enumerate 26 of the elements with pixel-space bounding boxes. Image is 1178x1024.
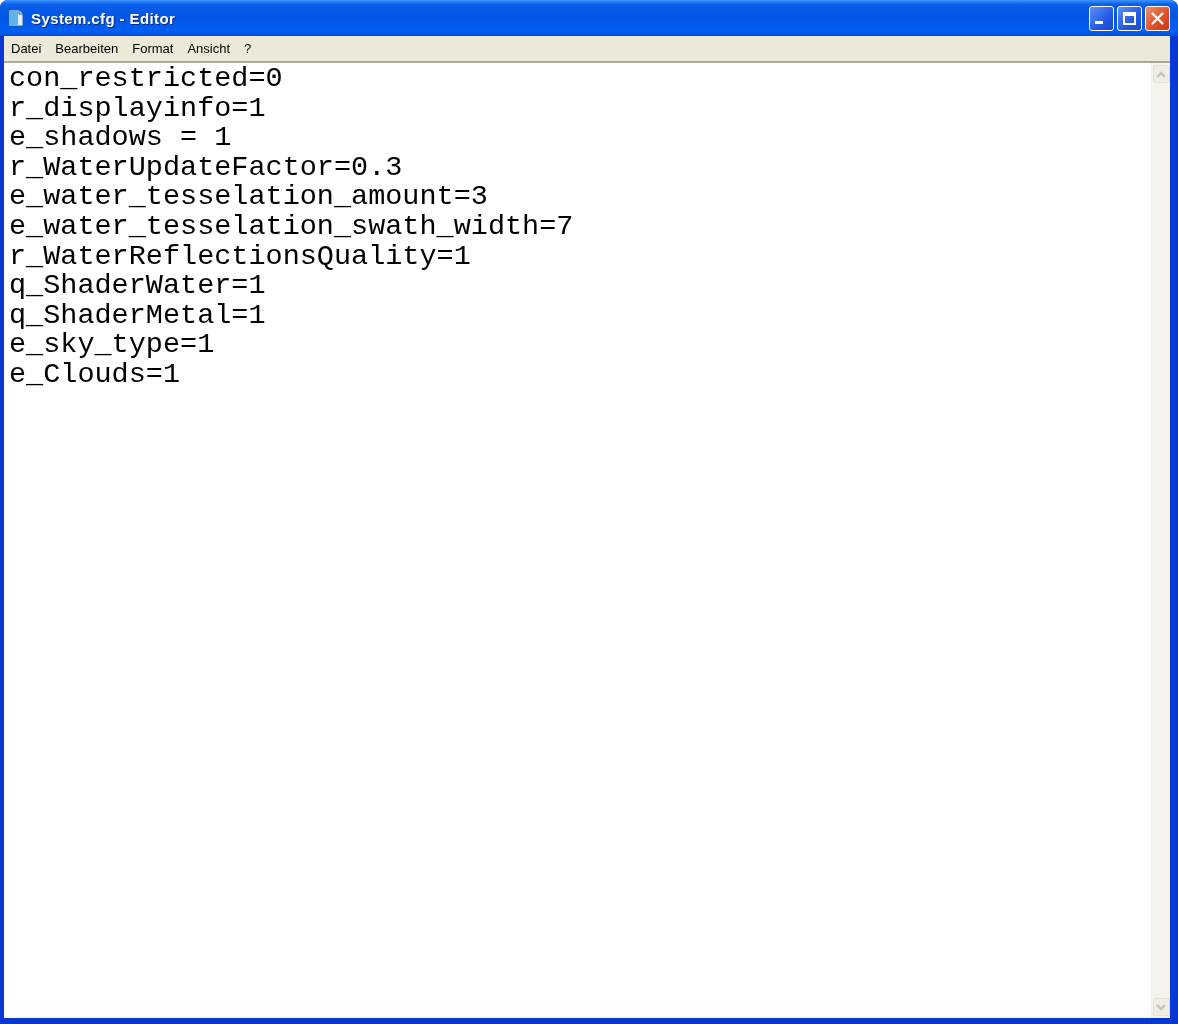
- text-line: r_WaterUpdateFactor=0.3: [9, 152, 403, 183]
- text-line: e_sky_type=1: [9, 330, 215, 360]
- text-line: e_water_tesselation_amount=3: [9, 182, 488, 212]
- menu-item[interactable]: Format: [125, 38, 181, 59]
- menu-item[interactable]: ?: [237, 38, 259, 59]
- chevron-up-icon: [1156, 70, 1166, 78]
- text-line: e_water_tesselation_swath_width=7: [9, 211, 574, 242]
- text-line: e_shadows = 1: [9, 123, 232, 153]
- minimize-button[interactable]: [1089, 5, 1114, 31]
- text-line: q_ShaderMetal=1: [9, 300, 266, 331]
- close-icon: [1151, 11, 1164, 25]
- menu-item[interactable]: Datei: [4, 38, 49, 59]
- maximize-button[interactable]: [1117, 5, 1142, 31]
- document-icon: [8, 9, 24, 27]
- text-line: r_displayinfo=1: [9, 93, 266, 124]
- menu-item[interactable]: Bearbeiten: [48, 38, 126, 59]
- text-line: con_restricted=0: [9, 64, 283, 94]
- text-line: r_WaterReflectionsQuality=1: [9, 241, 471, 272]
- close-button[interactable]: [1145, 5, 1170, 31]
- minimize-icon: [1094, 20, 1103, 24]
- menu-item[interactable]: Ansicht: [180, 38, 238, 59]
- chevron-down-icon: [1156, 1003, 1166, 1011]
- text-line: e_Clouds=1: [9, 359, 181, 390]
- window-title: System.cfg - Editor: [31, 10, 176, 26]
- maximize-icon: [1123, 11, 1136, 25]
- text-line: q_ShaderWater=1: [9, 271, 266, 301]
